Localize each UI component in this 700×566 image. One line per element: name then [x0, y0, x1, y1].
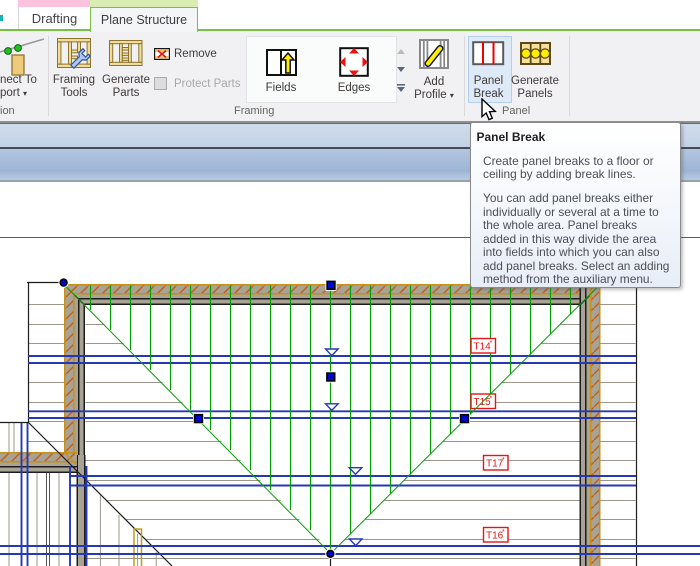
svg-text:*: * [502, 457, 505, 464]
svg-text:*: * [502, 529, 505, 536]
svg-text:*: * [490, 396, 493, 403]
svg-text:*: * [490, 340, 493, 347]
